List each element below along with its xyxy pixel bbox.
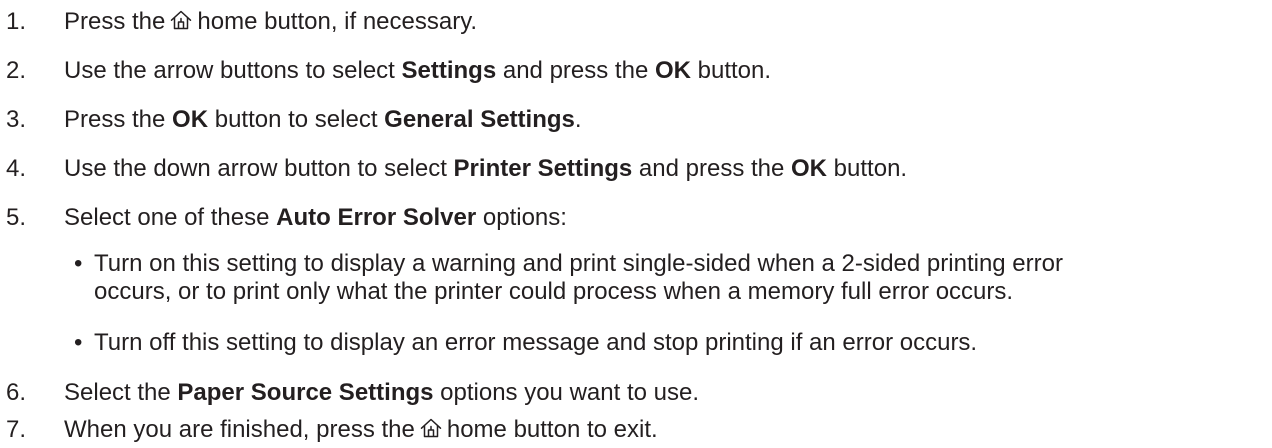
ui-term-general-settings: General Settings	[384, 106, 575, 133]
bullet-line: occurs, or to print only what the printe…	[94, 278, 1014, 305]
step-text: Press the home button, if necessary.	[64, 6, 477, 38]
step-text-part: and press the	[496, 57, 655, 84]
step-1: 1. Press the home button, if necessary.	[0, 6, 1272, 38]
step-text-part: button.	[827, 155, 908, 182]
bullet-text: Turn off this setting to display an erro…	[94, 329, 978, 356]
ui-term-settings: Settings	[401, 57, 497, 84]
step-text-part: and press the	[632, 155, 792, 182]
step-text-part: button to select	[208, 106, 385, 133]
step-text-part: home button, if necessary.	[197, 8, 478, 35]
step-text-part: Use the down arrow button to select	[64, 155, 454, 182]
ui-term-printer-settings: Printer Settings	[453, 155, 633, 182]
step-7: 7. When you are finished, press the home …	[0, 414, 1272, 446]
step-text-part: Press the	[64, 8, 166, 35]
step-text-part: button.	[690, 57, 772, 84]
bullet-symbol: •	[74, 329, 83, 356]
ui-term-ok: OK	[172, 106, 209, 133]
step-text-part: options:	[476, 204, 567, 231]
bullet-symbol: •	[74, 250, 83, 277]
step-text: Use the down arrow button to select Prin…	[64, 153, 907, 185]
home-icon	[169, 8, 193, 32]
step-text: When you are finished, press the home but…	[64, 414, 658, 446]
ui-term-auto-error-solver: Auto Error Solver	[276, 204, 477, 231]
step-text-part: When you are finished, press the	[64, 416, 415, 443]
bullet-line: Turn on this setting to display a warnin…	[94, 250, 1063, 277]
step-text-part: .	[574, 106, 582, 133]
step-6: 6. Select the Paper Source Settings opti…	[0, 377, 1272, 409]
step-text-part: Use the arrow buttons to select	[64, 57, 402, 84]
step-number: 3.	[6, 106, 27, 133]
ui-term-paper-source-settings: Paper Source Settings	[177, 379, 434, 406]
step-text: Select the Paper Source Settings options…	[64, 377, 699, 409]
step-text-part: home button to exit.	[446, 416, 658, 443]
step-text-part: Select one of these	[64, 204, 277, 231]
step-text-part: Press the	[64, 106, 173, 133]
step-text: Select one of these Auto Error Solver op…	[64, 202, 567, 234]
bullet-text: Turn on this setting to display a warnin…	[94, 250, 1272, 306]
home-icon	[419, 416, 443, 440]
step-text: Use the arrow buttons to select Settings…	[64, 55, 771, 87]
step-number: 2.	[6, 57, 27, 84]
step-number: 5.	[6, 204, 27, 231]
step-number: 6.	[6, 379, 27, 406]
step-3: 3. Press the OK button to select General…	[0, 104, 1272, 136]
step-text: Press the OK button to select General Se…	[64, 104, 582, 136]
step-number: 1.	[6, 8, 27, 35]
step-text-part: options you want to use.	[433, 379, 699, 406]
ui-term-ok: OK	[791, 155, 828, 182]
step-4: 4. Use the down arrow button to select P…	[0, 153, 1272, 185]
step-number: 4.	[6, 155, 27, 182]
step-5: 5. Select one of these Auto Error Solver…	[0, 202, 1272, 234]
ui-term-ok: OK	[654, 57, 691, 84]
step-number: 7.	[6, 416, 27, 443]
step-text-part: Select the	[64, 379, 178, 406]
step-2: 2. Use the arrow buttons to select Setti…	[0, 55, 1272, 87]
